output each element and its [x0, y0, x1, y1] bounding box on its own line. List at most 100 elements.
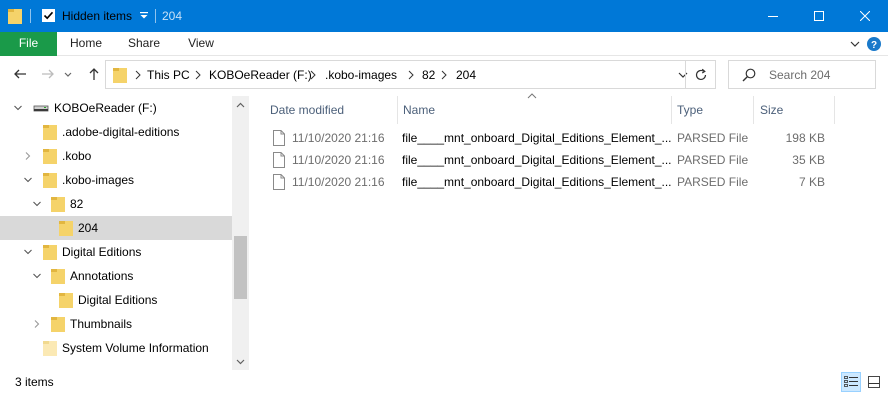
file-size: 7 KB — [798, 175, 825, 189]
column-header-name[interactable]: Name — [403, 96, 435, 124]
close-icon — [860, 11, 870, 21]
breadcrumb-separator-icon[interactable] — [308, 69, 318, 81]
minimize-button[interactable] — [750, 0, 796, 32]
folder-icon — [43, 341, 57, 356]
tree-label: 204 — [78, 221, 99, 235]
sort-ascending-icon — [527, 93, 537, 99]
scroll-up-button[interactable] — [232, 96, 249, 113]
breadcrumb-204[interactable]: 204 — [456, 68, 476, 82]
ribbon-expand-icon[interactable] — [847, 36, 863, 52]
chevron-down-icon[interactable] — [23, 175, 33, 185]
up-arrow-icon[interactable] — [86, 66, 102, 82]
drive-icon — [33, 105, 49, 112]
navigation-scrollbar[interactable] — [232, 96, 249, 370]
address-bar[interactable]: This PC KOBOeReader (F:) .kobo-images 82… — [105, 60, 716, 89]
details-view-icon — [844, 376, 858, 387]
file-icon — [273, 130, 285, 146]
breadcrumb-82[interactable]: 82 — [422, 68, 435, 82]
hidden-items-checkbox[interactable] — [42, 9, 55, 22]
breadcrumb-kobo-images[interactable]: .kobo-images — [325, 68, 397, 82]
file-type: PARSED File — [677, 131, 749, 145]
tree-item-kobo-images[interactable]: .kobo-images — [0, 168, 232, 192]
tree-item-thumbnails[interactable]: Thumbnails — [0, 312, 232, 336]
tree-item-koboereader[interactable]: KOBOeReader (F:) — [0, 96, 232, 120]
forward-arrow-icon[interactable] — [40, 66, 56, 82]
recent-locations-chevron-icon[interactable] — [62, 66, 74, 82]
chevron-right-icon[interactable] — [23, 151, 33, 161]
file-name: file____mnt_onboard_Digital_Editions_Ele… — [402, 153, 672, 167]
large-icons-view-button[interactable] — [864, 372, 884, 392]
folder-icon — [59, 293, 73, 308]
chevron-down-icon[interactable] — [23, 247, 33, 257]
breadcrumb-separator-icon[interactable] — [193, 69, 203, 81]
column-header-date-modified[interactable]: Date modified — [270, 96, 344, 124]
folder-icon — [8, 9, 22, 24]
file-type: PARSED File — [677, 175, 749, 189]
chevron-up-icon — [236, 102, 245, 107]
folder-icon — [59, 221, 73, 236]
tree-label: KOBOeReader (F:) — [54, 101, 157, 115]
file-row[interactable]: 11/10/2020 21:16 file____mnt_onboard_Dig… — [268, 127, 834, 149]
breadcrumb-this-pc[interactable]: This PC — [147, 68, 190, 82]
maximize-icon — [814, 11, 824, 21]
breadcrumb-separator-icon[interactable] — [439, 69, 449, 81]
details-view-button[interactable] — [841, 372, 861, 392]
chevron-right-icon[interactable] — [32, 319, 42, 329]
column-divider[interactable] — [397, 96, 398, 124]
help-icon[interactable]: ? — [866, 36, 882, 52]
tree-item-82[interactable]: 82 — [0, 192, 232, 216]
file-row[interactable]: 11/10/2020 21:16 file____mnt_onboard_Dig… — [268, 171, 834, 193]
file-type: PARSED File — [677, 153, 749, 167]
refresh-button[interactable] — [685, 60, 716, 89]
maximize-button[interactable] — [796, 0, 842, 32]
tree-label: Thumbnails — [70, 317, 133, 331]
quick-access-dropdown-icon[interactable] — [138, 10, 150, 22]
tree-item-annotations-digital-editions[interactable]: Digital Editions — [0, 288, 232, 312]
minimize-icon — [768, 16, 778, 17]
tab-share[interactable]: Share — [118, 32, 170, 56]
column-header-type[interactable]: Type — [677, 96, 703, 124]
ribbon-tabs: File Home Share View ? — [0, 32, 888, 56]
item-count: 3 items — [15, 375, 54, 389]
chevron-down-icon[interactable] — [13, 103, 23, 113]
tree-label: 82 — [70, 197, 84, 211]
title-bar: Hidden items 204 — [0, 0, 888, 32]
search-box[interactable]: Search 204 — [728, 60, 876, 89]
search-input[interactable]: Search 204 — [769, 68, 830, 82]
chevron-down-icon[interactable] — [32, 271, 42, 281]
back-arrow-icon[interactable] — [12, 66, 28, 82]
file-icon — [273, 174, 285, 190]
column-divider[interactable] — [671, 96, 672, 124]
column-header-size[interactable]: Size — [760, 96, 783, 124]
file-row[interactable]: 11/10/2020 21:16 file____mnt_onboard_Dig… — [268, 149, 834, 171]
tree-item-digital-editions[interactable]: Digital Editions — [0, 240, 232, 264]
file-date: 11/10/2020 21:16 — [292, 131, 385, 145]
tree-item-204[interactable]: 204 — [0, 216, 232, 240]
tab-home[interactable]: Home — [60, 32, 112, 56]
scroll-down-button[interactable] — [232, 353, 249, 370]
breadcrumb-separator-icon[interactable] — [406, 69, 416, 81]
hidden-items-label: Hidden items — [62, 9, 133, 23]
scroll-thumb[interactable] — [234, 236, 247, 299]
file-name: file____mnt_onboard_Digital_Editions_Ele… — [402, 131, 672, 145]
tree-item-annotations[interactable]: Annotations — [0, 264, 232, 288]
column-divider[interactable] — [834, 96, 835, 124]
tree-item-kobo[interactable]: .kobo — [0, 144, 232, 168]
column-divider[interactable] — [753, 96, 754, 124]
tree-item-system-volume-information[interactable]: System Volume Information — [0, 336, 232, 360]
file-icon — [273, 152, 285, 168]
folder-icon — [43, 149, 57, 164]
tab-view[interactable]: View — [175, 32, 227, 56]
status-bar: 3 items — [0, 370, 888, 394]
tab-file[interactable]: File — [0, 32, 57, 56]
folder-icon — [51, 197, 65, 212]
navigation-pane: KOBOeReader (F:) .adobe-digital-editions… — [0, 96, 249, 370]
refresh-icon — [695, 68, 707, 80]
tree-item-adobe-digital-editions[interactable]: .adobe-digital-editions — [0, 120, 232, 144]
breadcrumb-separator-icon[interactable] — [133, 69, 143, 81]
checkmark-icon — [43, 11, 54, 20]
folder-icon — [113, 68, 127, 83]
breadcrumb-koboereader[interactable]: KOBOeReader (F:) — [209, 68, 312, 82]
close-button[interactable] — [842, 0, 888, 32]
chevron-down-icon[interactable] — [32, 199, 42, 209]
